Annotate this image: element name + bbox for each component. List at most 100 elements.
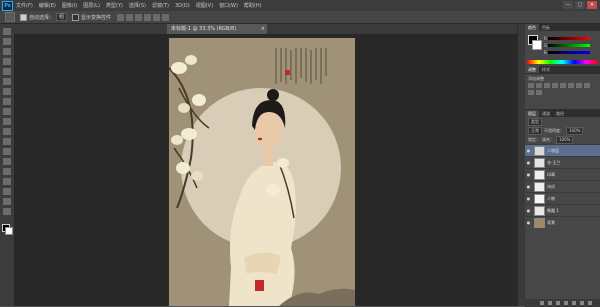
type-tool-button[interactable] <box>3 178 11 185</box>
new-group-icon[interactable] <box>572 301 576 305</box>
menu-view[interactable]: 视图(V) <box>196 2 213 9</box>
link-layers-icon[interactable] <box>540 301 544 305</box>
eraser-tool-button[interactable] <box>3 128 11 135</box>
channel-mixer-icon[interactable] <box>536 90 542 95</box>
dodge-tool-button[interactable] <box>3 158 11 165</box>
align-hcenter-icon[interactable] <box>153 13 161 21</box>
layer-row[interactable]: ● 印章 <box>525 168 600 180</box>
opacity-input[interactable]: 100% <box>566 126 584 135</box>
healing-brush-tool-button[interactable] <box>3 88 11 95</box>
new-layer-icon[interactable] <box>580 301 584 305</box>
align-top-icon[interactable] <box>117 13 125 21</box>
align-vcenter-icon[interactable] <box>126 13 134 21</box>
add-mask-icon[interactable] <box>556 301 560 305</box>
levels-icon[interactable] <box>536 83 542 88</box>
new-adjustment-icon[interactable] <box>564 301 568 305</box>
maximize-button[interactable]: □ <box>575 1 585 9</box>
color-spectrum-bar[interactable] <box>527 60 598 64</box>
move-tool-button[interactable] <box>3 28 11 35</box>
menu-window[interactable]: 窗口(W) <box>219 2 238 9</box>
black-white-icon[interactable] <box>584 83 590 88</box>
gradient-tool-button[interactable] <box>3 138 11 145</box>
pen-tool-button[interactable] <box>3 168 11 175</box>
align-bottom-icon[interactable] <box>135 13 143 21</box>
menu-select[interactable]: 选择(S) <box>129 2 146 9</box>
menu-edit[interactable]: 编辑(E) <box>39 2 56 9</box>
hue-saturation-icon[interactable] <box>568 83 574 88</box>
document-canvas[interactable] <box>169 38 355 306</box>
blue-slider[interactable]: B <box>544 50 590 55</box>
blend-mode-dropdown[interactable]: 正常 <box>528 126 542 135</box>
auto-select-checkbox[interactable] <box>20 13 27 21</box>
close-button[interactable]: ✕ <box>587 1 597 9</box>
fill-input[interactable]: 100% <box>556 135 574 144</box>
visibility-eye-icon[interactable]: ● <box>525 208 532 213</box>
eyedropper-tool-button[interactable] <box>3 78 11 85</box>
photo-filter-icon[interactable] <box>528 90 534 95</box>
auto-select-target-dropdown[interactable]: 组 <box>56 13 68 21</box>
layer-row[interactable]: ● 诗词 <box>525 180 600 192</box>
move-tool-icon[interactable] <box>5 12 15 22</box>
background-color-swatch[interactable] <box>5 227 13 235</box>
red-slider-track[interactable] <box>548 36 590 40</box>
vibrance-icon[interactable] <box>560 83 566 88</box>
menu-file[interactable]: 文件(F) <box>16 2 33 9</box>
visibility-eye-icon[interactable]: ● <box>525 220 532 225</box>
path-select-tool-button[interactable] <box>3 188 11 195</box>
menu-3d[interactable]: 3D(D) <box>175 3 190 9</box>
document-tab[interactable]: 未标题-1 @ 33.3% (RGB/8) × <box>167 24 267 34</box>
layer-row[interactable]: ● 人物 <box>525 192 600 204</box>
menu-image[interactable]: 图像(I) <box>62 2 77 9</box>
menu-filter[interactable]: 滤镜(T) <box>152 2 169 9</box>
blue-slider-track[interactable] <box>548 50 590 54</box>
show-transform-checkbox[interactable] <box>72 13 80 21</box>
visibility-eye-icon[interactable]: ● <box>525 184 532 189</box>
align-right-icon[interactable] <box>162 13 170 21</box>
visibility-eye-icon[interactable]: ● <box>525 172 532 177</box>
layer-row[interactable]: ● 人物层 <box>525 144 600 156</box>
curves-icon[interactable] <box>544 83 550 88</box>
blur-tool-button[interactable] <box>3 148 11 155</box>
marquee-tool-button[interactable] <box>3 38 11 45</box>
show-transform-label: 显示变换控件 <box>81 14 112 21</box>
green-slider[interactable]: G <box>544 43 590 48</box>
close-tab-icon[interactable]: × <box>261 24 265 34</box>
layer-kind-filter[interactable]: 类型 <box>528 117 542 126</box>
exposure-icon[interactable] <box>552 83 558 88</box>
green-slider-track[interactable] <box>548 43 590 47</box>
shape-tool-button[interactable] <box>3 198 11 205</box>
visibility-eye-icon[interactable]: ● <box>525 148 532 153</box>
lasso-tool-button[interactable] <box>3 48 11 55</box>
layer-thumbnail <box>534 169 545 180</box>
history-brush-tool-button[interactable] <box>3 118 11 125</box>
tab-swatches[interactable]: 色板 <box>539 24 553 31</box>
layer-row[interactable]: ● 椭圆 1 <box>525 204 600 216</box>
minimize-button[interactable]: — <box>563 1 573 9</box>
menu-layer[interactable]: 图层(L) <box>83 2 100 9</box>
layer-row[interactable]: ● 背景 <box>525 216 600 228</box>
brush-tool-button[interactable] <box>3 98 11 105</box>
layer-row[interactable]: ● 花-玉兰 <box>525 156 600 168</box>
quick-select-tool-button[interactable] <box>3 58 11 65</box>
visibility-eye-icon[interactable]: ● <box>525 196 532 201</box>
layer-style-icon[interactable] <box>548 301 552 305</box>
menu-help[interactable]: 帮助(H) <box>244 2 262 9</box>
delete-layer-icon[interactable] <box>588 301 592 305</box>
brightness-icon[interactable] <box>528 83 534 88</box>
visibility-eye-icon[interactable]: ● <box>525 160 532 165</box>
crop-tool-button[interactable] <box>3 68 11 75</box>
tab-adjustments[interactable]: 调整 <box>525 66 539 73</box>
hand-tool-button[interactable] <box>3 208 11 215</box>
photoshop-logo-icon: Ps <box>2 0 13 11</box>
tab-channels[interactable]: 通道 <box>539 110 553 117</box>
tab-styles[interactable]: 样式 <box>539 66 553 73</box>
panel-background-swatch[interactable] <box>532 40 542 50</box>
tab-layers[interactable]: 图层 <box>525 110 539 117</box>
menu-type[interactable]: 类型(Y) <box>106 2 123 9</box>
align-left-icon[interactable] <box>144 13 152 21</box>
clone-stamp-tool-button[interactable] <box>3 108 11 115</box>
red-slider[interactable]: R <box>544 36 590 41</box>
tab-color[interactable]: 颜色 <box>525 24 539 31</box>
color-balance-icon[interactable] <box>576 83 582 88</box>
tab-paths[interactable]: 路径 <box>553 110 567 117</box>
